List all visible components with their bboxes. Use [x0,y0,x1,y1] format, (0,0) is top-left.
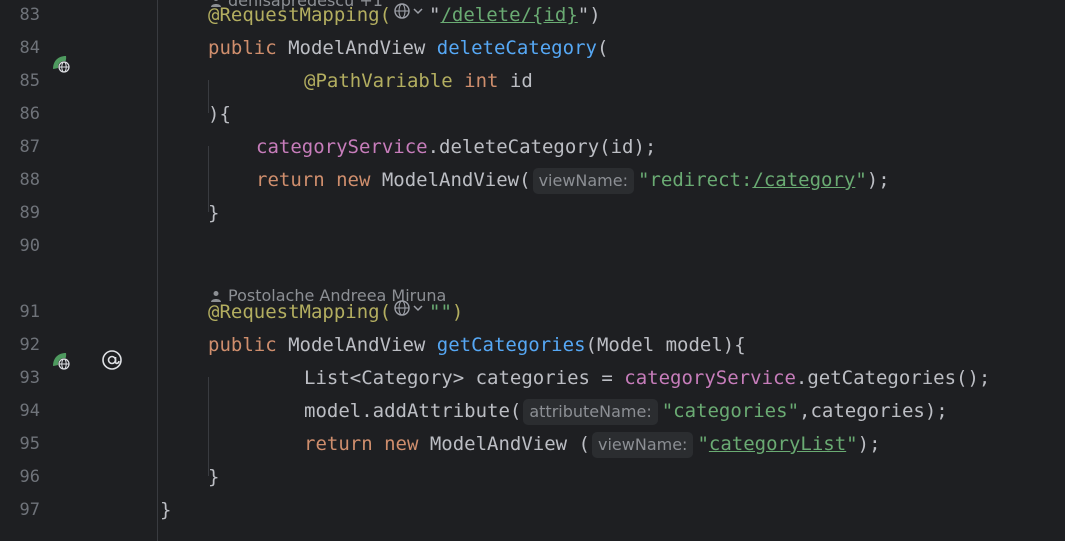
code-text[interactable]: public ModelAndView getCategories(Model … [208,329,746,362]
line-number[interactable]: 85 [0,65,40,98]
code-line[interactable]: 86 ){ [0,98,1065,131]
parameter-hint[interactable]: viewName: [532,167,634,194]
code-text[interactable]: ){ [208,98,231,131]
line-number[interactable]: 95 [0,428,40,461]
code-token: ) [451,301,464,323]
code-token: "categories" [661,400,800,422]
code-token: "" [429,301,452,323]
code-text[interactable]: @RequestMapping( "") [208,296,463,329]
code-text[interactable]: @RequestMapping( "/delete/{id}") [208,0,601,32]
code-token: "redirect: [638,169,753,191]
code-token: " [855,169,867,191]
code-line[interactable]: 92 public ModelAndView getCategories(Mode… [0,329,1065,362]
code-token: deleteCategory [436,37,597,59]
code-line[interactable]: 88 return new ModelAndView(viewName: "redi… [0,164,1065,197]
parameter-hint[interactable]: viewName: [592,431,694,458]
code-token: return new [256,169,382,191]
line-number[interactable]: 88 [0,164,40,197]
code-token: model.addAttribute( [304,400,522,422]
code-token: } [160,499,172,521]
code-token: ,categories); [799,400,948,422]
code-line[interactable]: 84 public ModelAndView deleteCategory( [0,32,1065,65]
code-token: @PathVariable [304,70,465,92]
code-token: /category [752,169,856,191]
code-line[interactable]: 89} [0,197,1065,230]
code-token: " [697,433,709,455]
line-number[interactable]: 89 [0,197,40,230]
code-token: .getCategories(); [795,367,991,389]
code-token: ModelAndView [288,334,437,356]
code-token: ") [577,4,601,26]
code-token: @RequestMapping( [208,4,392,26]
code-text[interactable]: List<Category> categories = categoryServ… [304,362,990,395]
code-line[interactable]: 95 return new ModelAndView (viewName: "cat… [0,428,1065,461]
line-number[interactable]: 87 [0,131,40,164]
code-token: @RequestMapping( [208,301,392,323]
code-text[interactable]: @PathVariable int id [304,65,533,98]
code-token: ); [857,433,881,455]
code-token: .deleteCategory(id); [427,136,657,158]
code-line[interactable]: 87 categoryService.deleteCategory(id); [0,131,1065,164]
line-number[interactable]: 96 [0,461,40,494]
code-token: int [464,70,510,92]
line-number[interactable]: 86 [0,98,40,131]
code-text[interactable]: model.addAttribute(attributeName: "catego… [304,395,948,428]
line-number[interactable]: 83 [0,0,40,32]
line-number[interactable]: 94 [0,395,40,428]
code-token: ModelAndView ( [429,433,590,455]
code-token: ( [596,37,609,59]
code-token: ); [866,169,890,191]
code-token: ){ [208,103,231,125]
code-token: " [429,4,441,26]
line-number[interactable]: 90 [0,230,40,263]
code-text[interactable]: } [208,197,219,230]
code-text[interactable]: categoryService.deleteCategory(id); [256,131,656,164]
parameter-hint[interactable]: attributeName: [523,398,658,425]
code-token: return new [304,433,430,455]
code-token: /delete/{id} [440,4,578,26]
code-line[interactable]: 97} [0,494,1065,527]
code-token: public [208,334,289,356]
code-token: " [846,433,858,455]
globe-dropdown-icon[interactable] [393,296,427,329]
line-number[interactable]: 92 [0,329,40,362]
code-token: (Model model){ [585,334,746,356]
code-line[interactable]: 90 [0,230,1065,263]
code-token: categoryService [624,367,796,389]
globe-dropdown-icon[interactable] [393,0,427,32]
code-text[interactable]: return new ModelAndView (viewName: "categ… [304,428,881,461]
code-text[interactable]: } [160,494,171,527]
code-line[interactable]: 83 @RequestMapping( "/delete/{id}") [0,0,1065,32]
code-line[interactable]: 85 @PathVariable int id [0,65,1065,98]
code-token: categoryList [708,433,847,455]
code-token: getCategories [436,334,586,356]
code-editor[interactable]: denisapredescu +1 Postolache Andreea Mir… [0,0,1065,541]
code-line[interactable]: 93 List<Category> categories = categorySe… [0,362,1065,395]
code-token: public [208,37,289,59]
line-number[interactable]: 91 [0,296,40,329]
code-token: id [509,70,533,92]
code-token: } [208,202,220,224]
code-token: ModelAndView [288,37,437,59]
code-line[interactable]: 94 model.addAttribute(attributeName: "cate… [0,395,1065,428]
code-line[interactable]: 96} [0,461,1065,494]
code-token: categoryService [256,136,428,158]
code-text[interactable]: public ModelAndView deleteCategory( [208,32,608,65]
code-token: ModelAndView( [381,169,531,191]
code-token: } [208,466,220,488]
line-number[interactable]: 97 [0,494,40,527]
line-number[interactable]: 84 [0,32,40,65]
code-line[interactable]: 91 @RequestMapping( "") [0,296,1065,329]
line-number[interactable]: 93 [0,362,40,395]
code-token: List<Category> categories = [304,367,625,389]
code-text[interactable]: return new ModelAndView(viewName: "redire… [256,164,890,197]
code-text[interactable]: } [208,461,219,494]
